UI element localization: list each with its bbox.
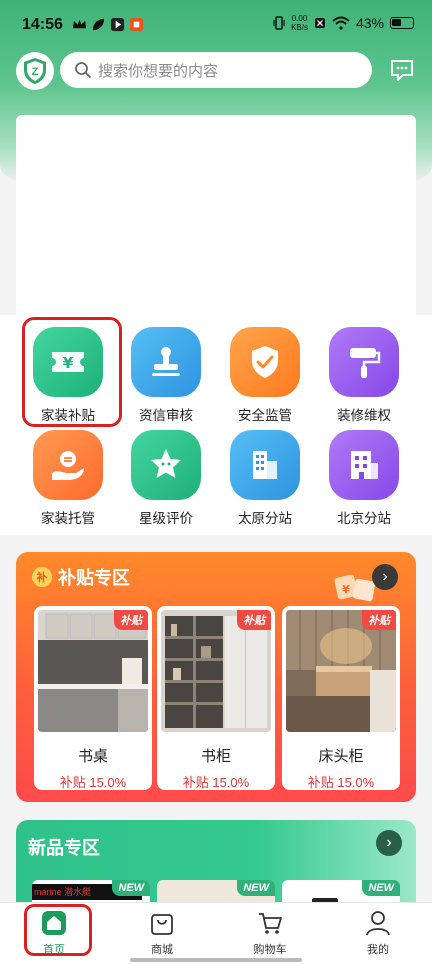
svg-text:¥: ¥ [342, 583, 350, 596]
leaf-icon [92, 18, 105, 31]
nav-item-mine[interactable]: 我的 [338, 909, 418, 957]
product-card-bookcase[interactable]: 补贴 书柜 补贴 15.0% [157, 606, 275, 790]
product-card-nightstand[interactable]: 补贴 床头柜 补贴 15.0% [282, 606, 400, 790]
search-icon [75, 62, 91, 78]
product-image-desk: 补贴 [38, 610, 148, 732]
product-image-bookcase: 补贴 [161, 610, 271, 732]
subsidy-zone: 补 补贴专区 ¥ › 补贴 书桌 补贴 15.0% 补贴 书柜 补贴 15.0%… [16, 552, 416, 802]
service-label: 安全监管 [238, 408, 292, 423]
nav-label: 购物车 [253, 944, 287, 956]
product-card-desk[interactable]: 补贴 书桌 补贴 15.0% [34, 606, 152, 790]
new-tag: NEW [237, 880, 275, 896]
service-item-credit-review[interactable]: 资信审核 [116, 327, 216, 424]
vibrate-icon [273, 16, 285, 30]
product-name: 书柜 [200, 748, 231, 765]
cart-icon [259, 913, 282, 934]
new-tag: NEW [362, 880, 400, 896]
subsidy-tag: 补贴 [362, 610, 396, 630]
nav-item-mall[interactable]: 商城 [122, 909, 202, 957]
service-label: 资信审核 [139, 408, 193, 423]
shopping-bag-icon [151, 914, 173, 935]
service-item-rating[interactable]: 星级评价 [116, 430, 216, 527]
net-speed-unit: KB/s [291, 23, 308, 32]
subsidy-title-text: 补贴专区 [58, 568, 130, 588]
search-placeholder: 搜索你想要的内容 [98, 62, 219, 80]
star-face-icon [131, 430, 201, 500]
highlight-annotation-home [24, 904, 92, 956]
office-icon [329, 430, 399, 500]
status-time: 14:56 [22, 16, 63, 33]
shield-logo-icon: Z [24, 58, 46, 84]
svg-text:Z: Z [32, 66, 39, 78]
status-bar: 14:56 0.00 KB/s 43% [0, 0, 432, 50]
service-label: 太原分站 [238, 511, 292, 526]
new-zone-more-button[interactable]: › [376, 830, 402, 856]
paint-roller-icon [329, 327, 399, 397]
product-image-nightstand: 补贴 [286, 610, 396, 732]
service-label: 北京分站 [337, 511, 391, 526]
subsidy-rate: 补贴 15.0% [307, 775, 375, 790]
net-speed: 0.00 KB/s [291, 14, 308, 32]
new-zone-title: 新品专区 [28, 838, 100, 858]
search-bar[interactable]: 搜索你想要的内容 [60, 52, 372, 88]
service-item-rights[interactable]: 装修维权 [314, 327, 414, 424]
nav-label: 商城 [151, 944, 173, 956]
service-item-beijing[interactable]: 北京分站 [314, 430, 414, 527]
crown-icon [72, 19, 87, 29]
no-sim-icon [314, 18, 325, 28]
net-speed-value: 0.00 [291, 14, 308, 23]
status-right: 0.00 KB/s 43% [273, 14, 414, 32]
nav-label: 我的 [367, 944, 389, 956]
subsidy-coin-icon: 补 [32, 567, 52, 587]
nav-item-cart[interactable]: 购物车 [230, 909, 310, 957]
app-logo[interactable]: Z [16, 52, 54, 90]
service-item-safety[interactable]: 安全监管 [215, 327, 315, 424]
subsidy-zone-title: 补 补贴专区 [32, 564, 130, 590]
new-tag: NEW [112, 880, 150, 896]
subsidy-tag: 补贴 [114, 610, 148, 630]
hand-coin-icon [33, 430, 103, 500]
subsidy-rate: 补贴 15.0% [59, 775, 127, 790]
product-name: 书桌 [77, 748, 108, 765]
building-icon [230, 430, 300, 500]
person-icon [366, 911, 390, 936]
service-item-custody[interactable]: 家装托管 [18, 430, 118, 527]
service-item-taiyuan[interactable]: 太原分站 [215, 430, 315, 527]
service-label: 星级评价 [139, 511, 193, 526]
service-label: 装修维权 [337, 408, 391, 423]
app-badge-icon [129, 17, 144, 32]
notification-icons [72, 17, 144, 32]
service-label: 家装托管 [41, 511, 95, 526]
highlight-annotation-subsidy [22, 317, 122, 427]
subsidy-tag: 补贴 [237, 610, 271, 630]
stamp-icon [131, 327, 201, 397]
wifi-icon [332, 16, 350, 30]
shield-check-icon [230, 327, 300, 397]
home-indicator [130, 958, 302, 962]
banner-area[interactable] [16, 115, 416, 315]
battery-icon [390, 17, 414, 29]
play-app-icon [110, 17, 125, 32]
battery-percent: 43% [355, 15, 384, 31]
subsidy-more-button[interactable]: › [372, 564, 398, 590]
message-icon[interactable] [388, 56, 416, 84]
product-name: 床头柜 [318, 748, 364, 765]
subsidy-rate: 补贴 15.0% [182, 775, 250, 790]
